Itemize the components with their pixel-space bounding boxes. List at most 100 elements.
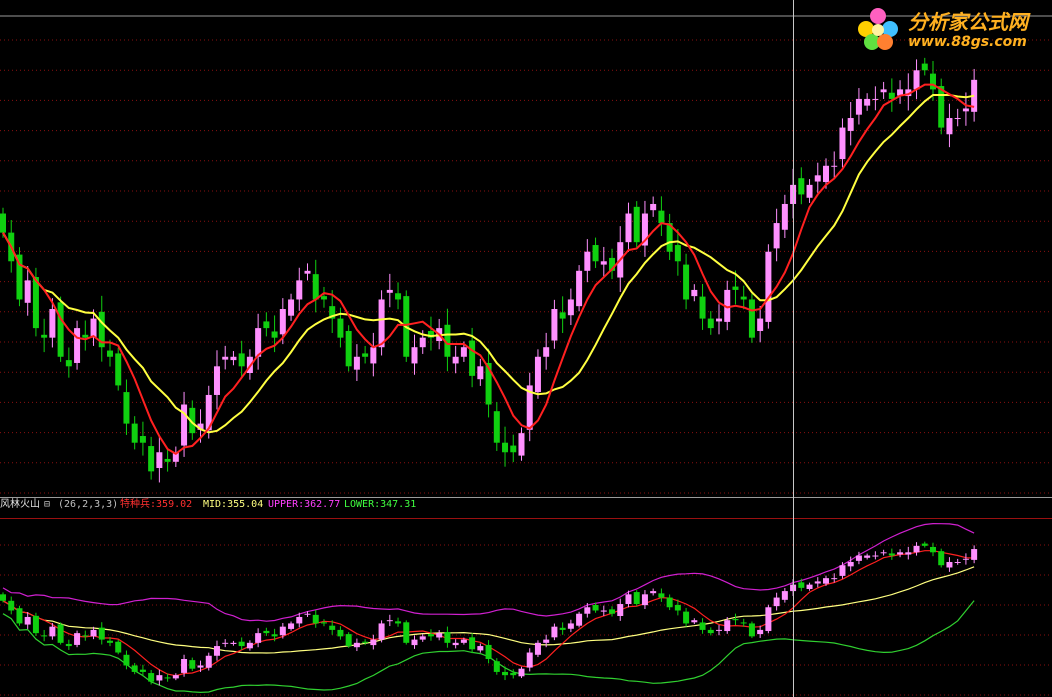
collapse-toggle-icon[interactable]: ⊟: [44, 499, 50, 511]
candle-body: [831, 578, 838, 580]
candle-body: [493, 661, 500, 672]
candle-body: [148, 673, 155, 682]
candle-body: [460, 347, 467, 357]
candle-body: [641, 594, 648, 606]
candle-body: [929, 73, 936, 90]
candle-body: [32, 615, 39, 634]
candle-body: [600, 610, 607, 612]
indicator-name: 风林火山: [0, 499, 40, 510]
candle-body: [24, 280, 31, 303]
candle-body: [781, 591, 788, 600]
candle-body: [551, 309, 558, 341]
candle-body: [255, 633, 262, 643]
candle-body: [650, 203, 657, 211]
candle-body: [148, 446, 155, 472]
sub-candles: [0, 541, 978, 686]
candle-body: [419, 636, 426, 640]
candle-body: [502, 671, 509, 676]
candle-body: [238, 641, 245, 647]
candle-body: [395, 293, 402, 300]
candle-body: [345, 634, 352, 647]
value-mid: MID:355.04: [203, 499, 263, 511]
candle-body: [156, 452, 163, 469]
candle-body: [436, 633, 443, 638]
candle-body: [543, 347, 550, 357]
candle-body: [592, 605, 599, 611]
candle-body: [707, 318, 714, 329]
candle-body: [683, 611, 690, 624]
candle-body: [691, 620, 698, 623]
candle-body: [230, 356, 237, 361]
candle-body: [609, 609, 616, 614]
candle-body: [864, 555, 871, 558]
special-value: 359.02: [156, 499, 193, 510]
candle-body: [897, 552, 904, 555]
main-candles: [0, 57, 978, 483]
candle-body: [732, 286, 739, 290]
candle-body: [773, 223, 780, 249]
lower-value: 347.31: [380, 499, 417, 510]
candle-body: [510, 672, 517, 676]
candle-body: [222, 642, 229, 644]
candle-body: [724, 620, 731, 632]
candle-body: [279, 309, 286, 335]
candle-body: [106, 640, 113, 643]
site-logo[interactable]: 分析家公式网 www.88gs.com: [852, 4, 1048, 54]
candle-body: [765, 251, 772, 322]
candle-body: [674, 605, 681, 611]
candle-body: [41, 635, 48, 637]
candle-body: [353, 356, 360, 370]
candle-body: [452, 642, 459, 646]
candle-body: [74, 633, 81, 645]
candle-body: [312, 614, 319, 624]
candle-body: [740, 296, 747, 300]
candle-body: [288, 299, 295, 316]
candle-body: [304, 613, 311, 615]
candle-body: [625, 213, 632, 243]
candle-body: [971, 549, 978, 560]
candle-body: [938, 551, 945, 566]
candle-body: [773, 597, 780, 607]
candle-body: [419, 337, 426, 348]
candle-body: [699, 296, 706, 319]
candle-body: [534, 356, 541, 393]
candle-body: [699, 622, 706, 630]
candle-body: [683, 264, 690, 300]
candle-body: [403, 622, 410, 643]
candle-body: [864, 98, 871, 106]
candle-body: [888, 92, 895, 99]
candle-body: [946, 118, 953, 135]
value-special: 特种兵:359.02: [120, 499, 192, 511]
candle-body: [82, 334, 89, 338]
special-label: 特种兵:: [120, 499, 157, 510]
mid-value: 355.04: [227, 499, 264, 510]
candle-body: [485, 644, 492, 659]
candle-body: [502, 442, 509, 453]
candle-body: [41, 334, 48, 338]
candle-body: [57, 302, 64, 357]
candle-body: [329, 625, 336, 630]
candle-body: [90, 318, 97, 338]
candle-body: [748, 299, 755, 338]
candle-body: [164, 458, 171, 462]
value-upper: UPPER:362.77: [268, 499, 340, 511]
candle-body: [921, 543, 928, 546]
candle-body: [74, 328, 81, 363]
flower-logo-icon: [858, 8, 898, 50]
candle-body: [806, 184, 813, 198]
candle-body: [65, 643, 72, 647]
candle-body: [674, 245, 681, 262]
candle-body: [115, 353, 122, 386]
candle-body: [584, 607, 591, 614]
candle-body: [271, 331, 278, 338]
candle-body: [691, 289, 698, 297]
candle-body: [139, 669, 146, 672]
bollinger-bands: [2, 522, 975, 694]
candle-body: [181, 658, 188, 673]
candle-body: [625, 594, 632, 605]
candle-body: [781, 203, 788, 230]
candle-body: [24, 616, 31, 625]
candle-body: [576, 613, 583, 626]
candle-body: [748, 623, 755, 637]
candle-body: [477, 366, 484, 380]
